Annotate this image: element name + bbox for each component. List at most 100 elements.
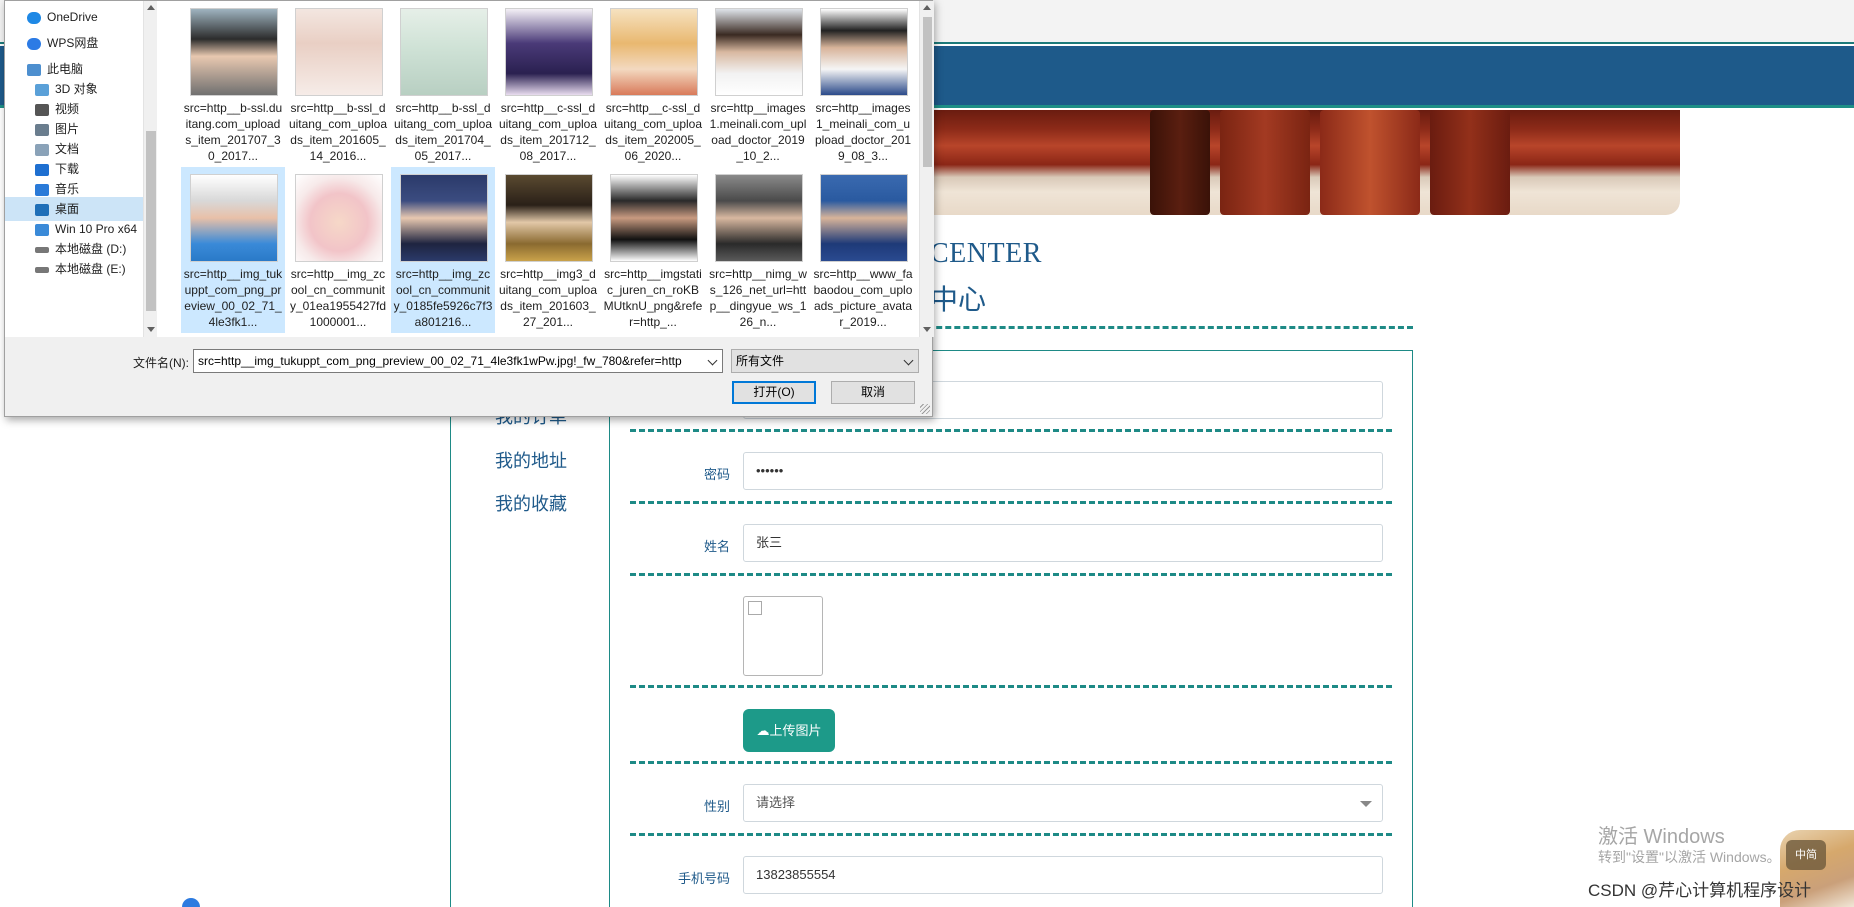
name-label: 姓名 (703, 539, 730, 554)
ime-badge: 中简 (1786, 840, 1826, 870)
file-thumbnail (715, 174, 803, 262)
gender-select[interactable]: 请选择 (743, 784, 1383, 822)
nav-label: 本地磁盘 (D:) (55, 242, 127, 256)
file-tile[interactable]: src=http__b-ssl.duitang.com_uploads_item… (181, 1, 285, 167)
file-name: src=http__www_fabaodou_com_uploads_pictu… (813, 267, 913, 329)
file-thumbnail (190, 174, 278, 262)
nav-label: 本地磁盘 (E:) (55, 262, 126, 276)
profile-form: 密码 •••••• 姓名 张三 ☁上传图片 性别 请选择 手机号码 138238… (609, 350, 1413, 907)
nav-wps-drive[interactable]: WPS网盘 (5, 31, 143, 55)
file-tile-selected[interactable]: src=http__img_zcool_cn_community_0185fe5… (391, 167, 495, 333)
file-scroll-thumb[interactable] (923, 17, 932, 167)
scroll-down-icon[interactable] (147, 327, 155, 332)
row-divider (630, 501, 1392, 504)
file-thumbnail (295, 8, 383, 96)
file-name-value: src=http__img_tukuppt_com_png_preview_00… (198, 354, 682, 368)
name-input[interactable]: 张三 (743, 524, 1383, 562)
file-tile[interactable]: src=http__c-ssl_duitang_com_uploads_item… (601, 1, 705, 167)
disk-icon (35, 246, 49, 253)
file-tile[interactable]: src=http__b-ssl_duitang_com_uploads_item… (286, 1, 390, 167)
file-tile[interactable]: src=http__imgstatic_juren_cn_roKBMUtknU_… (601, 167, 705, 333)
file-type-value: 所有文件 (736, 354, 785, 368)
password-label: 密码 (703, 467, 730, 482)
phone-input[interactable]: 13823855554 (743, 856, 1383, 894)
file-thumbnail (610, 8, 698, 96)
file-name: src=http__b-ssl_duitang_com_uploads_item… (288, 101, 388, 163)
cancel-button[interactable]: 取消 (831, 381, 915, 404)
windows-drive-icon (35, 223, 49, 236)
file-open-dialog: OneDrive WPS网盘 此电脑 3D 对象 视频 图片 文档 下载 音乐 … (4, 0, 934, 417)
broken-image-icon (748, 601, 762, 615)
nav-scroll-thumb[interactable] (146, 131, 156, 311)
file-thumbnail (820, 8, 908, 96)
cube-icon (35, 83, 49, 96)
nav-label: 音乐 (55, 182, 80, 196)
file-thumbnail (190, 8, 278, 96)
file-tile[interactable]: src=http__b-ssl_duitang_com_uploads_item… (391, 1, 495, 167)
nav-label: OneDrive (47, 10, 98, 24)
upload-image-button[interactable]: ☁上传图片 (743, 709, 835, 752)
download-arrow-icon (35, 163, 49, 176)
film-icon (35, 103, 49, 116)
file-tile[interactable]: src=http__www_fabaodou_com_uploads_pictu… (811, 167, 915, 333)
screen: CENTER 中心 我的订单 我的地址 我的收藏 密码 •••••• 姓名 张三… (0, 0, 1854, 907)
row-divider (630, 573, 1392, 576)
file-tile[interactable]: src=http__img3_duitang_com_uploads_item_… (496, 167, 600, 333)
activation-watermark-title: 激活 Windows (1598, 826, 1725, 848)
file-thumbnail (715, 8, 803, 96)
file-thumbnail (400, 174, 488, 262)
nav-label: 文档 (55, 142, 80, 156)
row-divider (630, 429, 1392, 432)
upload-image-label: 上传图片 (769, 723, 822, 738)
file-name: src=http__imgstatic_juren_cn_roKBMUtknU_… (603, 267, 703, 329)
nav-scrollbar[interactable] (143, 1, 157, 337)
file-name: src=http__c-ssl_duitang_com_uploads_item… (498, 101, 598, 163)
picture-icon (35, 123, 49, 136)
file-tile[interactable]: src=http__images1_meinali_com_upload_doc… (811, 1, 915, 167)
file-name: src=http__nimg_ws_126_net_url=http__ding… (709, 267, 807, 329)
nav-label: 桌面 (55, 202, 80, 216)
file-name: src=http__img_zcool_cn_community_01ea195… (289, 267, 387, 329)
nav-drive-e[interactable]: 本地磁盘 (E:) (5, 257, 143, 281)
file-name-dropdown[interactable] (704, 350, 722, 372)
password-input[interactable]: •••••• (743, 452, 1383, 490)
scroll-down-icon[interactable] (923, 327, 931, 332)
nav-onedrive[interactable]: OneDrive (5, 5, 143, 29)
file-tile[interactable]: src=http__nimg_ws_126_net_url=http__ding… (706, 167, 810, 333)
computer-icon (27, 63, 41, 76)
nav-label: Win 10 Pro x64 (55, 222, 138, 236)
file-name: src=http__img_zcool_cn_community_0185fe5… (393, 267, 493, 329)
file-name: src=http__img3_duitang_com_uploads_item_… (498, 267, 598, 329)
resize-grip[interactable] (920, 404, 930, 414)
document-icon (35, 143, 49, 156)
file-thumbnail (400, 8, 488, 96)
file-tile[interactable]: src=http__img_zcool_cn_community_01ea195… (286, 167, 390, 333)
file-name: src=http__c-ssl_duitang_com_uploads_item… (603, 101, 703, 163)
file-type-select[interactable]: 所有文件 (731, 349, 919, 373)
file-tile[interactable]: src=http__c-ssl_duitang_com_uploads_item… (496, 1, 600, 167)
file-tile-selected[interactable]: src=http__img_tukuppt_com_png_preview_00… (181, 167, 285, 333)
chevron-down-icon (903, 355, 914, 366)
section-title-cn: 中心 (930, 284, 987, 315)
file-name: src=http__img_tukuppt_com_png_preview_00… (183, 267, 283, 329)
row-divider (630, 761, 1392, 764)
avatar-preview (743, 596, 823, 676)
gender-select-value: 请选择 (756, 795, 796, 810)
music-note-icon (35, 183, 49, 196)
file-thumbnail (505, 174, 593, 262)
file-thumbnail (295, 174, 383, 262)
desktop-icon (35, 203, 49, 216)
file-tile[interactable]: src=http__images1.meinali.com_upload_doc… (706, 1, 810, 167)
file-name-input[interactable]: src=http__img_tukuppt_com_png_preview_00… (193, 349, 723, 373)
cloud-upload-icon: ☁ (756, 723, 770, 738)
open-button[interactable]: 打开(O) (732, 381, 816, 404)
gender-label: 性别 (703, 799, 730, 814)
scroll-up-icon[interactable] (147, 5, 155, 10)
taskbar-dot (182, 898, 200, 907)
menu-my-favorites[interactable]: 我的收藏 (495, 490, 567, 516)
scroll-up-icon[interactable] (923, 5, 931, 10)
file-list: src=http__b-ssl.duitang.com_uploads_item… (157, 1, 919, 337)
menu-my-address[interactable]: 我的地址 (495, 447, 567, 473)
file-list-scrollbar[interactable] (919, 1, 934, 337)
nav-label: 图片 (55, 122, 80, 136)
